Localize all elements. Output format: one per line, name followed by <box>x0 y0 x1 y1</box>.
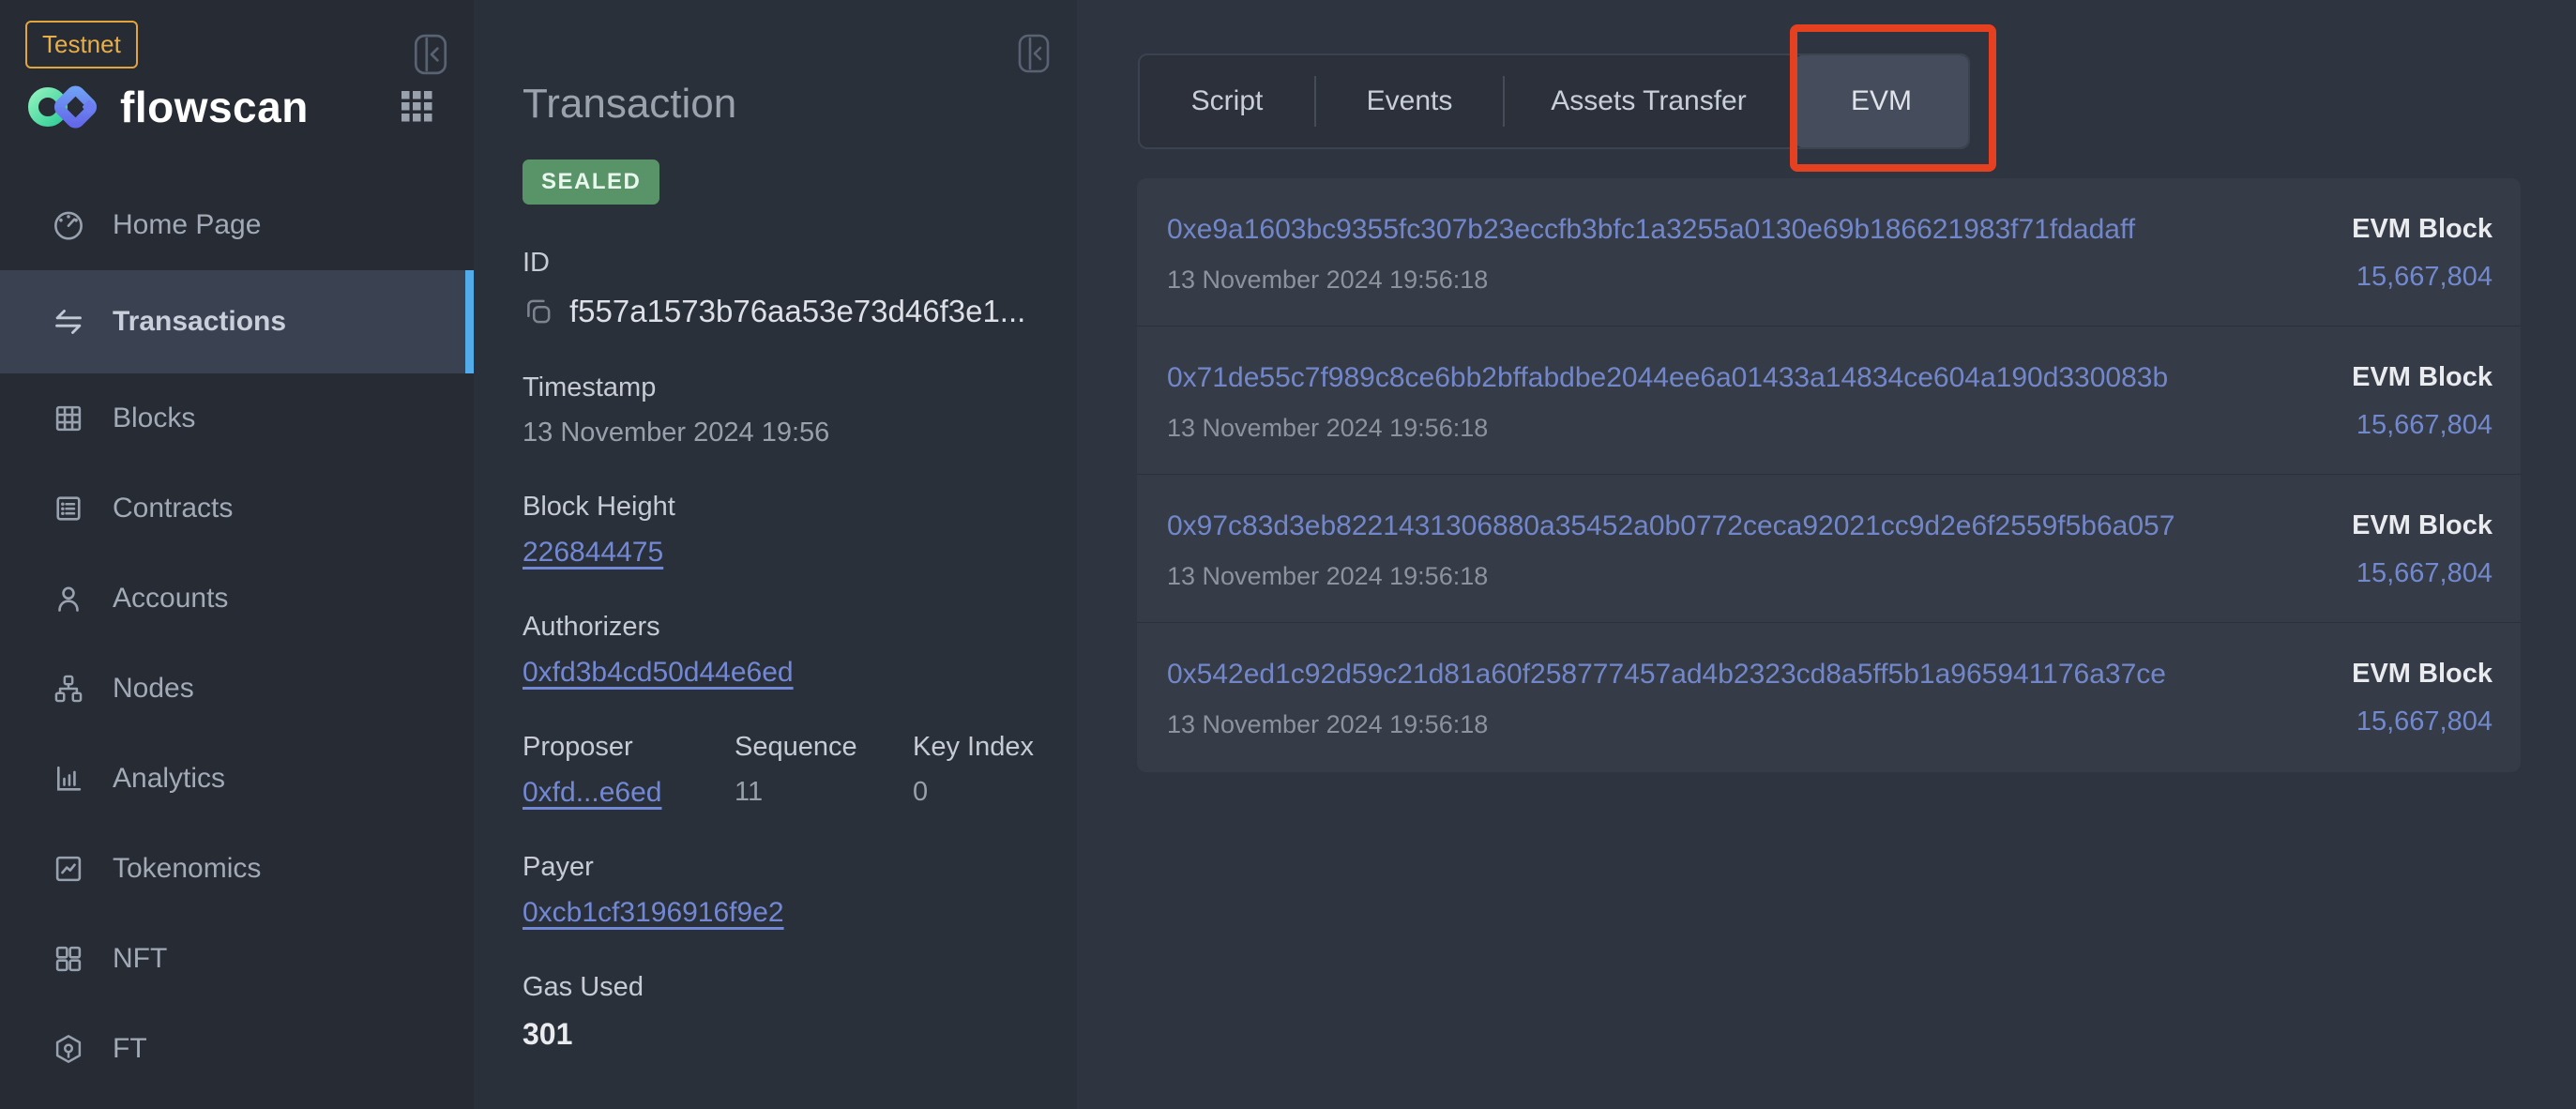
tab-script[interactable]: Script <box>1140 55 1314 147</box>
timestamp-value: 13 November 2024 19:56 <box>523 418 1039 448</box>
sidebar-item-contracts[interactable]: Contracts <box>0 463 474 554</box>
payer-link[interactable]: 0xcb1cf3196916f9e2 <box>523 897 1039 929</box>
sidebar-item-ft[interactable]: FT <box>0 1004 474 1094</box>
transfer-arrows-icon <box>51 304 86 340</box>
tab-events[interactable]: Events <box>1316 55 1503 147</box>
evm-tx-hash-link[interactable]: 0x71de55c7f989c8ce6bb2bffabdbe2044ee6a01… <box>1167 362 2168 394</box>
token-cube-icon <box>51 1031 86 1067</box>
field-gas-used: Gas Used 301 <box>523 972 1039 1052</box>
proposer-link[interactable]: 0xfd...e6ed <box>523 777 735 809</box>
transaction-id-value: f557a1573b76aa53e73d46f3e1... <box>569 294 1025 329</box>
field-id: ID f557a1573b76aa53e73d46f3e1... <box>523 248 1039 329</box>
evm-tx-timestamp: 13 November 2024 19:56:18 <box>1167 710 2166 739</box>
apps-grid-icon[interactable] <box>402 91 432 122</box>
field-label: Proposer <box>523 732 735 763</box>
sidebar: Testnet <box>0 0 474 1109</box>
main-content: Script Events Assets Transfer EVM 0xe9a1… <box>1077 0 2576 1109</box>
field-timestamp: Timestamp 13 November 2024 19:56 <box>523 372 1039 448</box>
four-squares-icon <box>51 941 86 977</box>
person-icon <box>51 581 86 616</box>
field-label: Key Index <box>913 732 1034 763</box>
evm-block-label: EVM Block <box>2352 510 2493 541</box>
evm-tx-timestamp: 13 November 2024 19:56:18 <box>1167 562 2174 591</box>
sidebar-item-label: Blocks <box>113 403 195 434</box>
evm-tx-hash-link[interactable]: 0xe9a1603bc9355fc307b23eccfb3bfc1a3255a0… <box>1167 214 2135 246</box>
field-label: Block Height <box>523 492 1039 523</box>
evm-block-number-link[interactable]: 15,667,804 <box>2352 558 2493 589</box>
sidebar-item-label: FT <box>113 1033 147 1065</box>
evm-block-label: EVM Block <box>2352 214 2493 245</box>
contract-doc-icon <box>51 491 86 526</box>
field-label: Sequence <box>735 732 913 763</box>
authorizer-link[interactable]: 0xfd3b4cd50d44e6ed <box>523 657 1039 689</box>
gauge-icon <box>51 207 86 243</box>
field-label: ID <box>523 248 1039 279</box>
field-proposer-row: Proposer 0xfd...e6ed Sequence 11 Key Ind… <box>523 732 1039 809</box>
collapse-panel-icon[interactable] <box>1018 34 1050 73</box>
sidebar-item-transactions[interactable]: Transactions <box>0 270 474 373</box>
evm-block-label: EVM Block <box>2352 659 2493 690</box>
evm-transaction-row: 0x71de55c7f989c8ce6bb2bffabdbe2044ee6a01… <box>1137 327 2521 475</box>
field-label: Payer <box>523 852 1039 883</box>
brand-name: flowscan <box>120 82 309 132</box>
tab-assets-transfer[interactable]: Assets Transfer <box>1505 55 1793 147</box>
field-block-height: Block Height 226844475 <box>523 492 1039 569</box>
evm-block-number-link[interactable]: 15,667,804 <box>2352 410 2493 441</box>
line-chart-icon <box>51 851 86 887</box>
key-index-value: 0 <box>913 777 1034 808</box>
field-label: Gas Used <box>523 972 1039 1003</box>
status-badge: SEALED <box>523 160 659 205</box>
block-height-link[interactable]: 226844475 <box>523 537 1039 569</box>
evm-block-number-link[interactable]: 15,667,804 <box>2352 262 2493 293</box>
evm-transaction-row: 0xe9a1603bc9355fc307b23eccfb3bfc1a3255a0… <box>1137 178 2521 327</box>
active-item-accent-bar <box>465 270 474 373</box>
bar-chart-icon <box>51 761 86 797</box>
sidebar-item-tokenomics[interactable]: Tokenomics <box>0 824 474 914</box>
sidebar-item-label: NFT <box>113 943 167 975</box>
field-payer: Payer 0xcb1cf3196916f9e2 <box>523 852 1039 929</box>
field-label: Authorizers <box>523 612 1039 643</box>
sidebar-item-nodes[interactable]: Nodes <box>0 644 474 734</box>
sidebar-item-label: Contracts <box>113 493 233 524</box>
evm-tx-timestamp: 13 November 2024 19:56:18 <box>1167 266 2135 295</box>
flowscan-logo-icon <box>24 81 99 133</box>
sidebar-item-label: Analytics <box>113 763 225 795</box>
evm-tx-hash-link[interactable]: 0x97c83d3eb8221431306880a35452a0b0772cec… <box>1167 510 2174 542</box>
transaction-panel: Transaction SEALED ID f557a1573b76aa53e7… <box>474 0 1077 1109</box>
sidebar-item-label: Home Page <box>113 209 261 241</box>
gas-used-value: 301 <box>523 1017 1039 1052</box>
flowscan-app: Testnet <box>0 0 2576 1109</box>
evm-tx-timestamp: 13 November 2024 19:56:18 <box>1167 414 2168 443</box>
sidebar-item-analytics[interactable]: Analytics <box>0 734 474 824</box>
sidebar-item-accounts[interactable]: Accounts <box>0 554 474 644</box>
sidebar-item-home-page[interactable]: Home Page <box>0 180 474 270</box>
field-authorizers: Authorizers 0xfd3b4cd50d44e6ed <box>523 612 1039 689</box>
sidebar-item-blocks[interactable]: Blocks <box>0 373 474 463</box>
sidebar-item-label: Tokenomics <box>113 853 261 885</box>
evm-transaction-row: 0x97c83d3eb8221431306880a35452a0b0772cec… <box>1137 475 2521 623</box>
collapse-sidebar-icon[interactable] <box>414 34 447 75</box>
table-grid-icon <box>51 401 86 436</box>
sequence-value: 11 <box>735 777 913 808</box>
tab-bar: Script Events Assets Transfer EVM <box>1138 53 1970 149</box>
brand[interactable]: flowscan <box>24 81 309 133</box>
page-title: Transaction <box>523 81 1039 128</box>
field-label: Timestamp <box>523 372 1039 403</box>
sidebar-item-label: Nodes <box>113 673 194 705</box>
sidebar-item-label: Accounts <box>113 583 228 615</box>
sidebar-item-label: Transactions <box>113 306 286 338</box>
copy-icon[interactable] <box>523 296 554 327</box>
evm-block-number-link[interactable]: 15,667,804 <box>2352 706 2493 737</box>
tab-evm[interactable]: EVM <box>1795 55 1968 147</box>
network-badge: Testnet <box>25 21 138 68</box>
sidebar-nav: Home Page Transactions Blo <box>0 180 474 1094</box>
hierarchy-icon <box>51 671 86 706</box>
evm-transaction-row: 0x542ed1c92d59c21d81a60f258777457ad4b232… <box>1137 623 2521 771</box>
evm-tx-hash-link[interactable]: 0x542ed1c92d59c21d81a60f258777457ad4b232… <box>1167 659 2166 691</box>
sidebar-item-nft[interactable]: NFT <box>0 914 474 1004</box>
evm-transactions-card: 0xe9a1603bc9355fc307b23eccfb3bfc1a3255a0… <box>1137 178 2521 772</box>
evm-block-label: EVM Block <box>2352 362 2493 393</box>
